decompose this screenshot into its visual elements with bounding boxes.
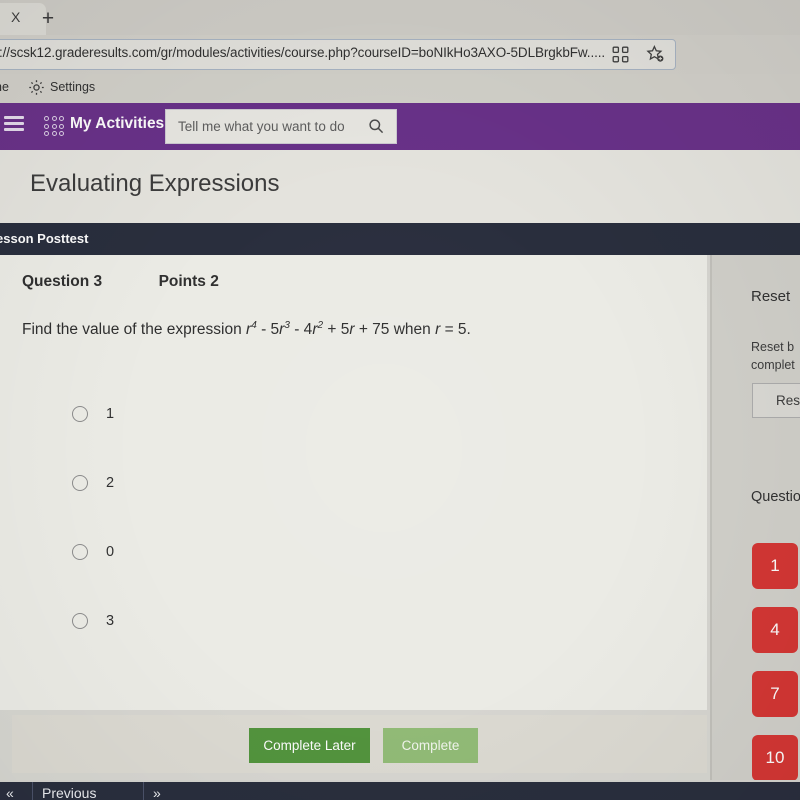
sidebar-divider (710, 255, 712, 780)
question-meta: Question 3 Points 2 (22, 273, 219, 291)
search-icon[interactable] (368, 118, 384, 139)
app-grid-icon[interactable] (44, 116, 65, 137)
search-input-placeholder: Tell me what you want to do (178, 119, 345, 134)
bottom-navigation-bar: « Previous » (0, 782, 800, 800)
prompt-value: = 5. (440, 321, 471, 339)
sidebar-reset-description: Reset b complet (751, 340, 795, 373)
question-nav-button[interactable]: 1 (752, 543, 798, 589)
search-input[interactable]: Tell me what you want to do (165, 109, 397, 144)
page-title: Evaluating Expressions (30, 170, 280, 197)
address-bar[interactable]: ://scsk12.graderesults.com/gr/modules/ac… (0, 39, 676, 70)
address-bar-icons (609, 43, 667, 66)
bottom-nav-divider (143, 782, 144, 800)
answer-option-label: 3 (106, 613, 115, 629)
question-nav-button[interactable]: 7 (752, 671, 798, 717)
answer-option[interactable]: 0 (72, 538, 114, 566)
question-nav-button[interactable]: 10 (752, 735, 798, 780)
expr-op-1: - 5 (256, 321, 280, 339)
browser-tab-strip: X + (0, 0, 800, 35)
tab-close-icon[interactable]: X (11, 8, 20, 26)
sidebar-reset-button[interactable]: Res (752, 383, 800, 418)
new-tab-button[interactable]: + (34, 5, 62, 31)
question-number: Question 3 (22, 273, 103, 290)
answer-option-label: 0 (106, 544, 115, 560)
question-number-grid: 1 4 7 10 (752, 543, 798, 780)
right-sidebar: Reset Reset b complet Res Questio 1 4 7 … (710, 255, 800, 780)
complete-later-button[interactable]: Complete Later (249, 728, 370, 763)
answer-option[interactable]: 3 (72, 607, 114, 635)
next-button[interactable]: » (153, 785, 161, 800)
prompt-when: when (389, 321, 436, 339)
lesson-subbar-label: esson Posttest (0, 231, 89, 246)
radio-button[interactable] (72, 475, 88, 491)
bookmark-settings[interactable]: Settings (50, 80, 95, 94)
question-prompt: Find the value of the expression r4 - 5r… (22, 319, 471, 341)
answer-option-label: 1 (106, 406, 115, 422)
question-panel: Question 3 Points 2 Find the value of th… (0, 255, 707, 710)
sidebar-questions-label: Questio (751, 489, 800, 505)
app-navigation-bar: My Activities Tell me what you want to d… (0, 103, 800, 150)
answer-option-label: 2 (106, 475, 115, 491)
main-content: Question 3 Points 2 Find the value of th… (0, 255, 800, 780)
page-title-band: Evaluating Expressions (0, 150, 800, 223)
expr-op-3: + 5 (323, 321, 350, 339)
lesson-subbar: esson Posttest (0, 223, 800, 255)
expr-op-2: - 4 (289, 321, 313, 339)
bottom-nav-divider (32, 782, 33, 800)
expr-op-4: + 75 (354, 321, 390, 339)
question-points: Points 2 (158, 273, 219, 290)
radio-button[interactable] (72, 544, 88, 560)
gear-icon (28, 79, 45, 101)
radio-button[interactable] (72, 406, 88, 422)
question-prompt-prefix: Find the value of the expression (22, 321, 247, 339)
answer-options-list: 1 2 0 3 (72, 400, 114, 676)
browser-address-bar-row: ://scsk12.graderesults.com/gr/modules/ac… (0, 35, 800, 95)
action-button-strip: Complete Later Complete (12, 715, 707, 773)
hamburger-menu-icon[interactable] (4, 116, 24, 136)
screenshot-root: X + ://scsk12.graderesults.com/gr/module… (0, 0, 800, 800)
radio-button[interactable] (72, 613, 88, 629)
bookmark-home[interactable]: ne (0, 80, 9, 94)
first-page-button[interactable]: « (6, 785, 14, 800)
qr-code-icon[interactable] (609, 43, 632, 66)
complete-button[interactable]: Complete (383, 728, 478, 763)
bookmarks-bar: ne Settings (0, 74, 800, 103)
app-nav-title[interactable]: My Activities (70, 115, 164, 133)
address-bar-url-text: ://scsk12.graderesults.com/gr/modules/ac… (0, 45, 606, 60)
answer-option[interactable]: 2 (72, 469, 114, 497)
star-favorite-icon[interactable] (644, 43, 667, 66)
question-nav-button[interactable]: 4 (752, 607, 798, 653)
previous-button[interactable]: Previous (42, 785, 96, 800)
sidebar-reset-title: Reset (751, 288, 791, 305)
answer-option[interactable]: 1 (72, 400, 114, 428)
